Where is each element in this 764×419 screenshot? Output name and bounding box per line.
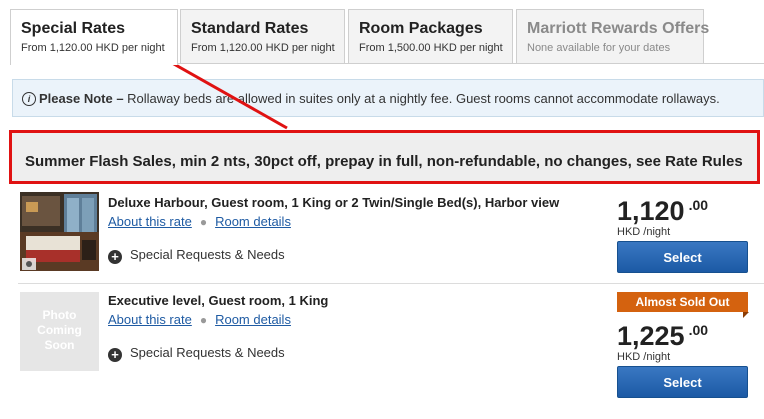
badge-fold [743, 312, 749, 318]
room-photo-image [20, 192, 99, 271]
select-button[interactable]: Select [617, 366, 748, 398]
rollaway-note: i Please Note – Rollaway beds are allowed… [12, 79, 764, 117]
tab-subtitle: From 1,120.00 HKD per night [21, 42, 165, 54]
price-block: 1,120.00 HKD /night Select [617, 190, 749, 273]
tab-title: Standard Rates [191, 20, 309, 37]
tab-marriott-rewards-offers[interactable]: Marriott Rewards Offers None available f… [516, 9, 710, 63]
room-row: Deluxe Harbour, Guest room, 1 King or 2 … [18, 190, 764, 280]
about-rate-link[interactable]: About this rate [108, 214, 192, 229]
select-button[interactable]: Select [617, 241, 748, 273]
placeholder-line: Coming [37, 323, 82, 337]
price-block: Almost Sold Out 1,225.00 HKD /night Sele… [617, 292, 749, 398]
rate-tabs: Special Rates From 1,120.00 HKD per nigh… [0, 0, 764, 65]
placeholder-line: Soon [44, 338, 75, 352]
tab-title: Special Rates [21, 20, 126, 37]
tab-standard-rates[interactable]: Standard Rates From 1,120.00 HKD per nig… [180, 9, 345, 63]
price-amount: 1,120 [617, 196, 685, 226]
price-unit: HKD /night [617, 226, 671, 238]
room-links: About this rate ● Room details [108, 214, 291, 229]
note-label: Please Note – [39, 91, 124, 106]
special-requests-toggle[interactable]: + Special Requests & Needs [108, 345, 285, 362]
special-requests-label: Special Requests & Needs [130, 247, 285, 262]
note-text: Rollaway beds are allowed in suites only… [123, 91, 720, 106]
tab-special-rates[interactable]: Special Rates From 1,120.00 HKD per nigh… [10, 9, 178, 65]
tab-subtitle: From 1,500.00 HKD per night [359, 42, 503, 54]
price: 1,120.00 [617, 190, 749, 226]
separator-dot: ● [199, 313, 208, 327]
tab-subtitle: From 1,120.00 HKD per night [191, 42, 335, 54]
plus-icon: + [108, 250, 122, 264]
tab-divider [178, 63, 764, 64]
promo-banner: Summer Flash Sales, min 2 nts, 30pct off… [9, 130, 760, 184]
badge-label: Almost Sold Out [635, 295, 730, 309]
placeholder-line: Photo [42, 308, 77, 322]
tab-title: Marriott Rewards Offers [527, 20, 710, 37]
photo-placeholder: Photo Coming Soon [20, 292, 99, 371]
room-links: About this rate ● Room details [108, 312, 291, 327]
room-photo[interactable] [20, 192, 99, 271]
tab-room-packages[interactable]: Room Packages From 1,500.00 HKD per nigh… [348, 9, 513, 63]
price: 1,225.00 [617, 315, 749, 351]
tab-title: Room Packages [359, 20, 483, 37]
room-details-link[interactable]: Room details [215, 214, 291, 229]
separator-dot: ● [199, 215, 208, 229]
price-cents: .00 [688, 197, 709, 213]
tab-subtitle: None available for your dates [527, 42, 671, 54]
price-cents: .00 [688, 322, 709, 338]
special-requests-label: Special Requests & Needs [130, 345, 285, 360]
price-unit: HKD /night [617, 351, 671, 363]
room-row: Photo Coming Soon Executive level, Guest… [18, 283, 764, 398]
room-details-link[interactable]: Room details [215, 312, 291, 327]
promo-text: Summer Flash Sales, min 2 nts, 30pct off… [25, 153, 743, 170]
plus-icon: + [108, 348, 122, 362]
almost-sold-out-badge: Almost Sold Out [617, 292, 749, 318]
price-amount: 1,225 [617, 321, 685, 351]
about-rate-link[interactable]: About this rate [108, 312, 192, 327]
room-name: Executive level, Guest room, 1 King [108, 293, 329, 308]
room-name: Deluxe Harbour, Guest room, 1 King or 2 … [108, 195, 560, 210]
info-icon: i [22, 92, 36, 106]
special-requests-toggle[interactable]: + Special Requests & Needs [108, 247, 285, 264]
